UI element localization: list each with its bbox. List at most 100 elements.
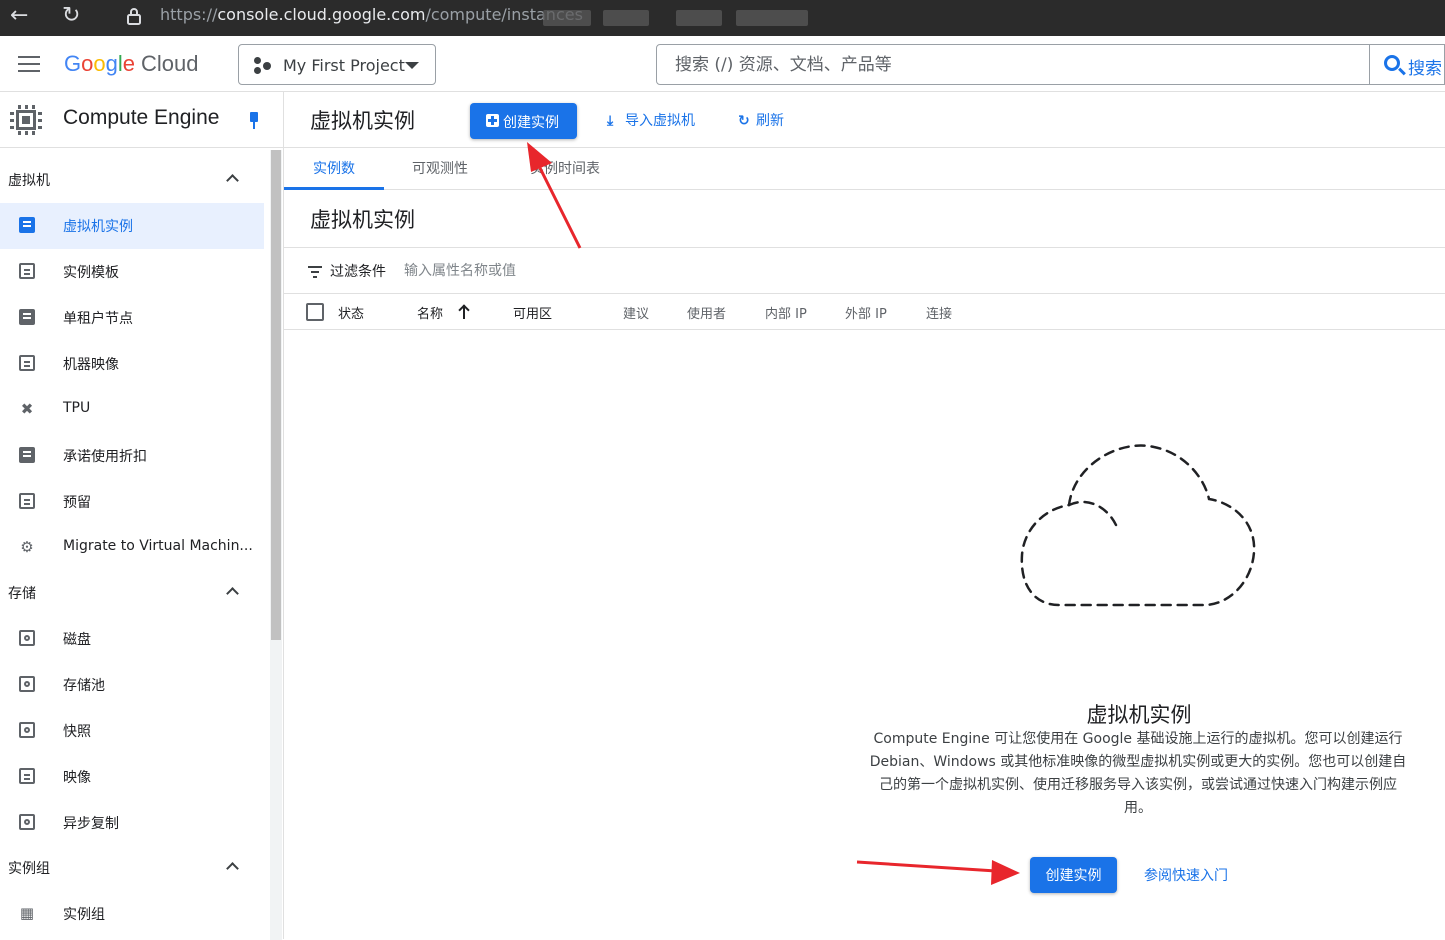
sidebar-item-label: 预留 <box>63 495 91 511</box>
compute-engine-icon <box>10 104 42 136</box>
address-bar[interactable]: https://console.cloud.google.com/compute… <box>118 0 1445 32</box>
sidebar-item-label: 机器映像 <box>63 357 119 373</box>
product-title: Compute Engine <box>63 106 220 129</box>
section-label: 实例组 <box>8 861 50 877</box>
chevron-down-icon <box>405 62 419 69</box>
sidebar-item-migrate[interactable]: ⚙ Migrate to Virtual Machin... <box>0 525 264 571</box>
migrate-icon: ⚙ <box>20 538 34 556</box>
console-header: Google Cloud My First Project 搜索 <box>0 36 1445 92</box>
sidebar-item-label: 虚拟机实例 <box>63 219 133 235</box>
column-name[interactable]: 名称 <box>417 303 443 322</box>
column-external-ip[interactable]: 外部 IP <box>845 303 887 322</box>
tab-bar: 实例数 可观测性 实例时间表 <box>284 148 1445 190</box>
reload-icon[interactable]: ↻ <box>62 4 80 28</box>
sidebar-item-machine-images[interactable]: 机器映像 <box>0 341 264 387</box>
sidebar: Compute Engine 虚拟机 虚拟机实例 实例模板 单租户节点 机器映像… <box>0 92 284 940</box>
template-icon <box>19 263 35 279</box>
browser-toolbar: ← ↻ https://console.cloud.google.com/com… <box>0 0 1445 36</box>
section-title: 虚拟机实例 <box>310 208 415 232</box>
calendar-icon <box>19 493 35 509</box>
sidebar-item-images[interactable]: 映像 <box>0 754 264 800</box>
column-internal-ip[interactable]: 内部 IP <box>765 303 807 322</box>
import-vm-label: 导入虚拟机 <box>625 113 695 129</box>
project-selector[interactable]: My First Project <box>238 44 436 85</box>
column-in-use-by[interactable]: 使用者 <box>687 303 726 322</box>
tab-instance-schedules[interactable]: 实例时间表 <box>520 148 610 190</box>
lock-icon <box>127 8 141 25</box>
sidebar-item-vm-instances[interactable]: 虚拟机实例 <box>0 203 264 249</box>
column-status[interactable]: 状态 <box>338 303 364 322</box>
column-recommendation[interactable]: 建议 <box>623 303 649 322</box>
section-storage[interactable]: 存储 <box>0 571 264 615</box>
redacted-block <box>676 10 722 26</box>
download-icon: ⤓ <box>607 113 614 129</box>
redacted-block <box>543 10 591 26</box>
filter-input[interactable] <box>396 256 796 286</box>
pin-icon[interactable] <box>248 112 260 130</box>
menu-icon[interactable] <box>18 56 40 72</box>
refresh-label: 刷新 <box>756 113 784 129</box>
sole-tenant-icon <box>19 309 35 325</box>
table-header: 状态 名称 可用区 建议 使用者 内部 IP 外部 IP 连接 <box>284 294 1445 330</box>
redacted-block <box>736 10 808 26</box>
sidebar-item-instance-groups[interactable]: ▦ 实例组 <box>0 891 264 937</box>
sidebar-item-disks[interactable]: 磁盘 <box>0 616 264 662</box>
sidebar-item-committed-use-discounts[interactable]: 承诺使用折扣 <box>0 433 264 479</box>
column-zone[interactable]: 可用区 <box>513 303 552 322</box>
instance-group-icon: ▦ <box>19 904 35 922</box>
sidebar-item-sole-tenant-nodes[interactable]: 单租户节点 <box>0 295 264 341</box>
section-instance-groups[interactable]: 实例组 <box>0 846 264 890</box>
page-title: 虚拟机实例 <box>310 109 415 133</box>
sidebar-item-label: 磁盘 <box>63 632 91 648</box>
sidebar-item-label: 映像 <box>63 770 91 786</box>
back-icon[interactable]: ← <box>10 4 28 28</box>
search-box: 搜索 <box>656 44 1445 85</box>
sidebar-item-label: 实例组 <box>63 907 105 923</box>
project-name: My First Project <box>283 56 405 75</box>
search-button[interactable]: 搜索 <box>1369 45 1445 84</box>
snapshot-icon <box>19 722 35 738</box>
section-label: 存储 <box>8 586 36 602</box>
google-cloud-logo[interactable]: Google Cloud <box>64 50 199 78</box>
search-input[interactable] <box>657 45 1369 84</box>
sidebar-item-label: Migrate to Virtual Machin... <box>63 538 253 554</box>
sidebar-item-reservations[interactable]: 预留 <box>0 479 264 525</box>
section-vm[interactable]: 虚拟机 <box>0 158 264 202</box>
sidebar-item-label: 单租户节点 <box>63 311 133 327</box>
filter-label: 过滤条件 <box>330 264 386 280</box>
sidebar-item-label: 实例模板 <box>63 265 119 281</box>
search-icon <box>1384 55 1400 71</box>
section-label: 虚拟机 <box>8 173 50 189</box>
url-text: https://console.cloud.google.com/compute… <box>160 5 583 24</box>
sidebar-item-storage-pools[interactable]: 存储池 <box>0 662 264 708</box>
sidebar-item-async-replication[interactable]: 异步复制 <box>0 800 264 846</box>
select-all-checkbox[interactable] <box>306 303 324 321</box>
image-icon <box>19 768 35 784</box>
filter-icon[interactable] <box>308 266 322 278</box>
sidebar-item-tpu[interactable]: ✖ TPU <box>0 387 264 433</box>
refresh-button[interactable]: ↻ 刷新 <box>738 110 784 130</box>
vm-instance-icon <box>19 217 35 233</box>
import-vm-button[interactable]: ⤓ 导入虚拟机 <box>607 110 695 130</box>
storage-pool-icon <box>19 676 35 692</box>
sidebar-item-instance-templates[interactable]: 实例模板 <box>0 249 264 295</box>
column-connect[interactable]: 连接 <box>926 303 952 322</box>
empty-state-create-button[interactable]: 创建实例 <box>1030 857 1117 893</box>
tab-observability[interactable]: 可观测性 <box>400 148 480 190</box>
machine-image-icon <box>19 355 35 371</box>
create-instance-button[interactable]: 创建实例 <box>470 103 577 139</box>
sidebar-scrollbar-thumb[interactable] <box>271 150 281 640</box>
filter-bar: 过滤条件 <box>284 248 1445 294</box>
empty-state-description: Compute Engine 可让您使用在 Google 基础设施上运行的虚拟机… <box>869 731 1407 816</box>
disk-icon <box>19 630 35 646</box>
discount-icon <box>19 447 35 463</box>
quickstart-link[interactable]: 参阅快速入门 <box>1144 865 1228 885</box>
sidebar-item-snapshots[interactable]: 快照 <box>0 708 264 754</box>
search-button-label: 搜索 <box>1408 59 1442 79</box>
tab-instances[interactable]: 实例数 <box>284 148 384 190</box>
sort-ascending-icon[interactable] <box>458 304 470 320</box>
add-box-icon <box>486 114 499 127</box>
project-icon <box>253 57 271 75</box>
sidebar-item-label: 承诺使用折扣 <box>63 449 147 465</box>
empty-state-title: 虚拟机实例 <box>1086 703 1192 727</box>
